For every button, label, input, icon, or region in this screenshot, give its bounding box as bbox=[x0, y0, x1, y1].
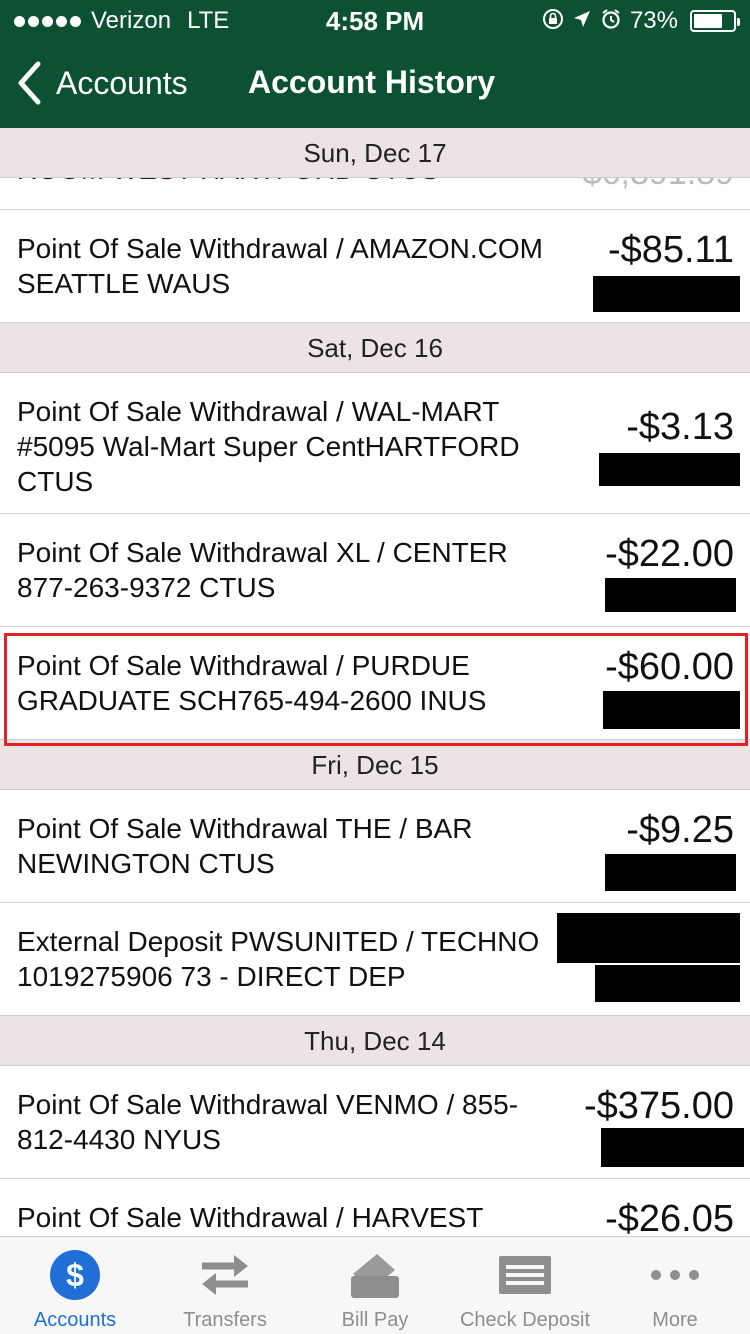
redacted-balance bbox=[605, 854, 736, 891]
transaction-description: Point Of Sale Withdrawal / PURDUE GRADUA… bbox=[17, 650, 487, 716]
battery-percent: 73% bbox=[629, 7, 678, 34]
date-header: Sun, Dec 17 bbox=[0, 128, 750, 178]
tab-label: Check Deposit bbox=[459, 1309, 591, 1331]
transaction-description: Point Of Sale Withdrawal XL / CENTER 877… bbox=[17, 537, 508, 603]
location-arrow-icon bbox=[572, 9, 592, 34]
tab-check-deposit[interactable]: Check Deposit bbox=[450, 1237, 600, 1334]
redacted-balance bbox=[601, 1128, 744, 1167]
redacted-balance bbox=[599, 453, 740, 486]
redacted-balance bbox=[605, 578, 736, 612]
transaction-description: ROOM WEST HARTFORD CTUS bbox=[17, 178, 439, 186]
transaction-amount: -$9.25 bbox=[626, 809, 734, 851]
transaction-description: Point Of Sale Withdrawal VENMO / 855-812… bbox=[17, 1089, 519, 1155]
page-title: Account History bbox=[248, 64, 496, 100]
transaction-amount: -$26.05 bbox=[605, 1198, 734, 1236]
transaction-row[interactable]: External Deposit PWSUNITED / TECHNO 1019… bbox=[0, 903, 750, 1016]
transaction-row[interactable]: Point Of Sale Withdrawal / HARVEST -$26.… bbox=[0, 1179, 750, 1236]
redacted-amount bbox=[557, 913, 740, 963]
redacted-balance bbox=[603, 691, 740, 729]
status-icons: 73% bbox=[542, 7, 740, 35]
tab-label: Transfers bbox=[183, 1309, 267, 1331]
transaction-description: Point Of Sale Withdrawal / WAL-MART #509… bbox=[17, 396, 520, 497]
transaction-list[interactable]: Sun, Dec 17 ROOM WEST HARTFORD CTUS $6,8… bbox=[0, 128, 750, 1236]
chevron-left-icon bbox=[18, 61, 41, 105]
transaction-description: External Deposit PWSUNITED / TECHNO 1019… bbox=[17, 926, 540, 992]
running-balance: $6,891.89 bbox=[583, 178, 734, 193]
battery-icon bbox=[690, 10, 740, 32]
transaction-row[interactable]: Point Of Sale Withdrawal THE / BAR NEWIN… bbox=[0, 790, 750, 903]
transaction-description: Point Of Sale Withdrawal THE / BAR NEWIN… bbox=[17, 813, 473, 879]
transaction-row-partial[interactable]: ROOM WEST HARTFORD CTUS $6,891.89 bbox=[0, 178, 750, 210]
dollar-circle-icon: $ bbox=[47, 1247, 103, 1303]
check-deposit-icon bbox=[497, 1247, 553, 1303]
date-header: Sat, Dec 16 bbox=[0, 323, 750, 373]
transaction-amount: -$60.00 bbox=[605, 646, 734, 688]
more-dots-icon bbox=[647, 1247, 703, 1303]
tab-more[interactable]: More bbox=[600, 1237, 750, 1334]
transaction-description: Point Of Sale Withdrawal / AMAZON.COM SE… bbox=[17, 233, 543, 299]
tab-accounts[interactable]: $ Accounts bbox=[0, 1237, 150, 1334]
redacted-balance bbox=[595, 965, 740, 1002]
rotation-lock-icon bbox=[542, 8, 564, 35]
transaction-row[interactable]: Point Of Sale Withdrawal VENMO / 855-812… bbox=[0, 1066, 750, 1179]
bill-pay-icon bbox=[347, 1247, 403, 1303]
transaction-description: Point Of Sale Withdrawal / HARVEST bbox=[17, 1202, 484, 1233]
transaction-amount: -$22.00 bbox=[605, 533, 734, 575]
status-bar: Verizon LTE 4:58 PM 73% bbox=[0, 0, 750, 40]
alarm-clock-icon bbox=[600, 8, 622, 35]
tab-transfers[interactable]: Transfers bbox=[150, 1237, 300, 1334]
tab-bar: $ Accounts Transfers Bill Pay Check Depo… bbox=[0, 1236, 750, 1334]
tab-label: More bbox=[652, 1309, 698, 1331]
transaction-row-highlighted[interactable]: Point Of Sale Withdrawal / PURDUE GRADUA… bbox=[0, 627, 750, 740]
transfer-arrows-icon bbox=[197, 1247, 253, 1303]
tab-label: Accounts bbox=[33, 1309, 117, 1331]
app-header: Verizon LTE 4:58 PM 73% Accounts Account… bbox=[0, 0, 750, 128]
transaction-row[interactable]: Point Of Sale Withdrawal / WAL-MART #509… bbox=[0, 373, 750, 514]
date-header: Thu, Dec 14 bbox=[0, 1016, 750, 1066]
transaction-amount: -$85.11 bbox=[607, 229, 734, 271]
transaction-row[interactable]: Point Of Sale Withdrawal XL / CENTER 877… bbox=[0, 514, 750, 627]
tab-bill-pay[interactable]: Bill Pay bbox=[300, 1237, 450, 1334]
transaction-row[interactable]: Point Of Sale Withdrawal / AMAZON.COM SE… bbox=[0, 210, 750, 323]
transaction-amount: -$3.13 bbox=[626, 406, 734, 448]
back-button[interactable]: Accounts bbox=[14, 60, 188, 106]
redacted-balance bbox=[593, 276, 740, 312]
transaction-amount: -$375.00 bbox=[583, 1085, 734, 1127]
tab-label: Bill Pay bbox=[341, 1309, 409, 1331]
back-button-label: Accounts bbox=[56, 64, 188, 101]
navigation-bar: Accounts Account History bbox=[0, 40, 750, 128]
date-header: Fri, Dec 15 bbox=[0, 740, 750, 790]
